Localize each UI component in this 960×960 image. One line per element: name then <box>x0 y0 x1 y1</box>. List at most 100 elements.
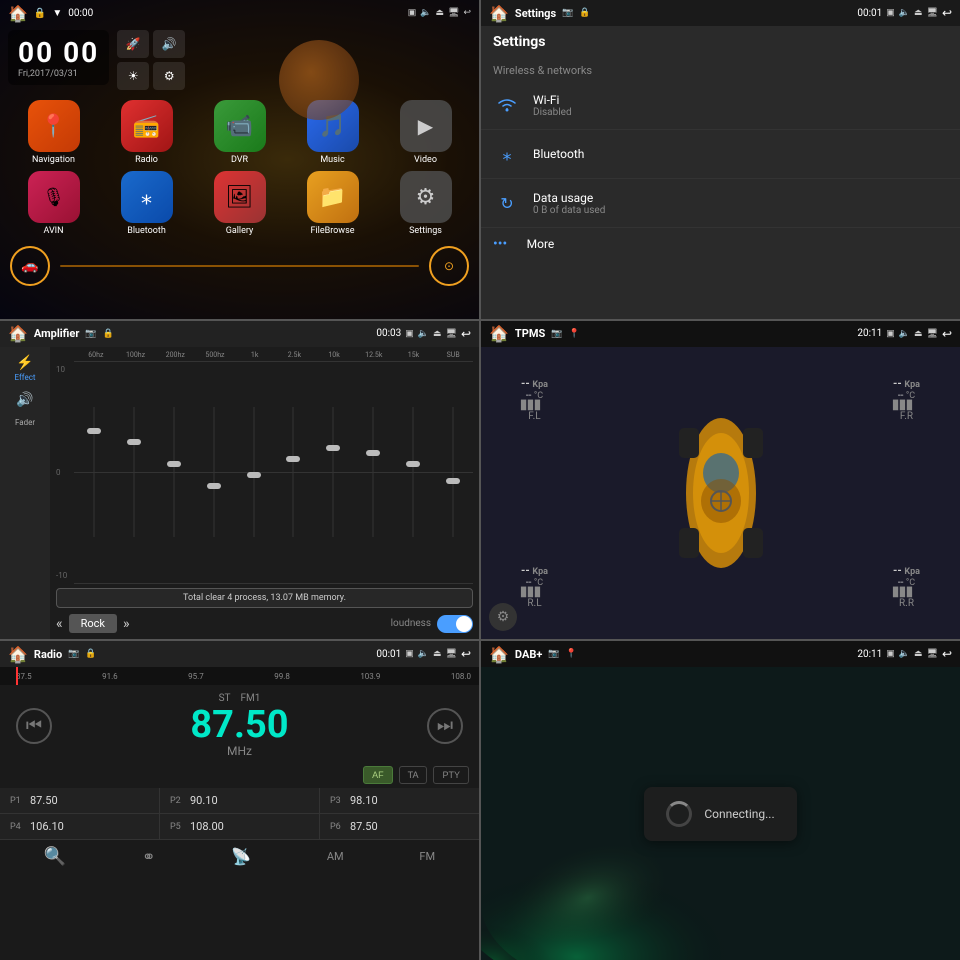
radio-home-icon[interactable]: 🏠 <box>8 645 28 664</box>
car-btn[interactable]: 🚗 <box>10 246 50 286</box>
wifi-text: Wi-Fi Disabled <box>533 93 572 118</box>
volume-btn[interactable]: 🔊 <box>16 392 33 408</box>
search-btn[interactable]: 🔍 <box>44 846 66 867</box>
antenna-btn[interactable]: 📡 <box>231 847 251 866</box>
freq-95: 95.7 <box>188 672 204 681</box>
file-app-icon: 📁 <box>307 171 359 223</box>
back-icon[interactable]: ↩ <box>463 8 471 18</box>
dab-spinner <box>666 801 692 827</box>
dab-home-icon[interactable]: 🏠 <box>489 645 509 664</box>
eq-band-2[interactable] <box>154 407 194 537</box>
link-btn[interactable]: ⚭ <box>142 847 155 866</box>
home-bottom-bar: 🚗 ⊙ <box>0 242 479 290</box>
preset-p2[interactable]: P2 90.10 <box>160 788 319 813</box>
dab-back-icon[interactable]: ↩ <box>942 647 952 661</box>
preset-label: Rock <box>69 614 117 633</box>
data-text: Data usage 0 B of data used <box>533 191 605 216</box>
prev-station-btn[interactable]: ⏮ <box>16 708 52 744</box>
tpms-screen-title: TPMS <box>515 327 545 340</box>
bt-label: Bluetooth <box>127 226 166 236</box>
eq-band-5[interactable] <box>274 407 314 537</box>
preset-p4[interactable]: P4 106.10 <box>0 814 159 839</box>
settings-back-icon[interactable]: ↩ <box>942 6 952 20</box>
settings-bluetooth[interactable]: ⁎ Bluetooth <box>481 130 960 179</box>
nav-label: Navigation <box>32 155 75 165</box>
am-btn[interactable]: AM <box>327 850 344 863</box>
app-radio[interactable]: 📻 Radio <box>103 100 190 165</box>
home-icon[interactable]: 🏠 <box>8 4 28 23</box>
nav-app-icon: 📍 <box>28 100 80 152</box>
panel-tpms: 🏠 TPMS 📷 📍 20:11 ▣ 🔈 ⏏ 🖥 ↩ -- Kpa -- °C … <box>481 321 960 640</box>
app-navigation[interactable]: 📍 Navigation <box>10 100 97 165</box>
eq-band-4[interactable] <box>234 407 274 537</box>
settings-header: Settings <box>481 26 960 58</box>
fader-btn[interactable]: Fader <box>15 418 35 427</box>
effect-btn[interactable]: ⚡ Effect <box>15 355 36 382</box>
settings-data-usage[interactable]: ↻ Data usage 0 B of data used <box>481 179 960 228</box>
brightness-btn[interactable]: ☀ <box>117 62 149 90</box>
tpms-home-icon[interactable]: 🏠 <box>489 324 509 343</box>
radio-app-icon: 📻 <box>121 100 173 152</box>
preset-p6[interactable]: P6 87.50 <box>320 814 479 839</box>
equalizer-btn[interactable]: ⚙ <box>153 62 185 90</box>
settings-eject-icon: ⏏ <box>914 8 923 18</box>
eq-band-1[interactable] <box>114 407 154 537</box>
settings-status-bar: 🏠 Settings 📷 🔒 00:01 ▣ 🔈 ⏏ 🖥 ↩ <box>481 0 960 26</box>
radio-screen-title: Radio <box>34 648 62 661</box>
app-video[interactable]: ▶ Video <box>382 100 469 165</box>
radio-time: 00:01 <box>376 649 401 660</box>
eq-band-7[interactable] <box>353 407 393 537</box>
tpms-status-bar: 🏠 TPMS 📷 📍 20:11 ▣ 🔈 ⏏ 🖥 ↩ <box>481 321 960 347</box>
rocket-btn[interactable]: 🚀 <box>117 30 149 58</box>
loudness-toggle[interactable] <box>437 615 473 633</box>
big-time-display: 00 00 <box>18 36 99 69</box>
vol-ctrl-btn[interactable]: 🔊 <box>153 30 185 58</box>
dvr-label: DVR <box>231 155 248 165</box>
app-gallery[interactable]: 🖼 Gallery <box>196 171 283 236</box>
menu-btn[interactable]: ⊙ <box>429 246 469 286</box>
home-status-bar: 🏠 🔒 ▼ 00:00 ▣ 🔈 ⏏ 🖥 ↩ <box>0 0 479 26</box>
amp-status-bar: 🏠 Amplifier 📷 🔒 00:03 ▣ 🔈 ⏏ 🖥 ↩ <box>0 321 479 347</box>
app-bluetooth[interactable]: ⁎ Bluetooth <box>103 171 190 236</box>
tpms-rl: -- Kpa -- °C ▊▊▊ R.L <box>521 564 548 609</box>
settings-home-icon[interactable]: 🏠 <box>489 4 509 23</box>
bt-name: Bluetooth <box>533 147 584 161</box>
pty-btn[interactable]: PTY <box>433 766 469 784</box>
more-item[interactable]: ••• More <box>481 228 960 260</box>
music-label: Music <box>320 155 344 165</box>
bt-app-icon: ⁎ <box>121 171 173 223</box>
wifi-icon <box>493 91 521 119</box>
eq-band-0[interactable] <box>74 407 114 537</box>
dab-connecting-text: Connecting... <box>704 807 774 821</box>
radio-back-icon[interactable]: ↩ <box>461 647 471 661</box>
loudness-label: loudness <box>391 618 431 629</box>
amp-back-icon[interactable]: ↩ <box>461 327 471 341</box>
eq-band-9[interactable] <box>433 407 473 537</box>
preset-p3[interactable]: P3 98.10 <box>320 788 479 813</box>
next-preset-btn[interactable]: » <box>123 616 130 632</box>
preset-p1[interactable]: P1 87.50 <box>0 788 159 813</box>
app-avin[interactable]: 🎙 AVIN <box>10 171 97 236</box>
tpms-settings-btn[interactable]: ⚙ <box>489 603 517 631</box>
freq-87: 87.5 <box>16 672 32 681</box>
prev-preset-btn[interactable]: « <box>56 616 63 632</box>
settings-wifi[interactable]: Wi-Fi Disabled <box>481 81 960 130</box>
af-btn[interactable]: AF <box>363 766 393 784</box>
dab-time: 20:11 <box>857 649 882 660</box>
app-dvr[interactable]: 📹 DVR <box>196 100 283 165</box>
next-station-btn[interactable]: ⏭ <box>427 708 463 744</box>
video-label: Video <box>414 155 437 165</box>
amp-home-icon[interactable]: 🏠 <box>8 324 28 343</box>
tpms-back-icon[interactable]: ↩ <box>942 327 952 341</box>
eq-band-3[interactable] <box>194 407 234 537</box>
ta-btn[interactable]: TA <box>399 766 428 784</box>
preset-p5[interactable]: P5 108.00 <box>160 814 319 839</box>
wifi-name: Wi-Fi <box>533 93 572 107</box>
eq-band-6[interactable] <box>313 407 353 537</box>
settings-main-title: Settings <box>493 34 948 50</box>
date-display: Fri,2017/03/31 <box>18 69 99 79</box>
app-filebrowse[interactable]: 📁 FileBrowse <box>289 171 376 236</box>
app-settings[interactable]: ⚙ Settings <box>382 171 469 236</box>
eq-band-8[interactable] <box>393 407 433 537</box>
fm-btn[interactable]: FM <box>419 850 435 863</box>
